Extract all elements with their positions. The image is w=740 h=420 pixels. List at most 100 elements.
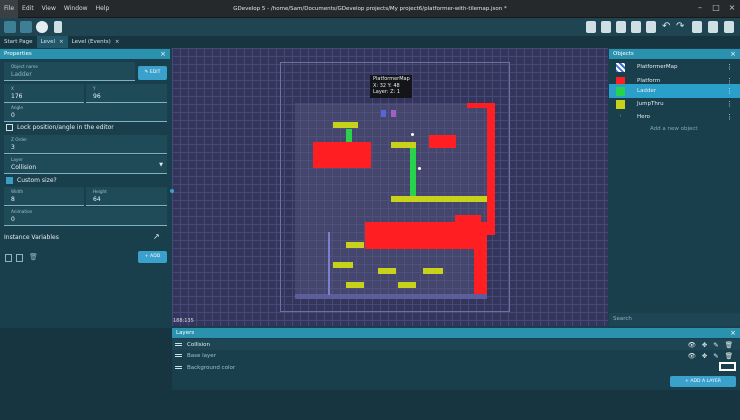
edit-icon[interactable]: ✎ [713,341,718,349]
export-icon[interactable] [54,21,62,33]
preview-icon[interactable] [36,21,48,33]
delete-icon[interactable]: 🗑 [29,253,38,261]
object-item-ladder[interactable]: Ladder ⋮ [609,84,740,98]
object-name-field[interactable]: Object name Ladder [4,62,135,81]
kebab-menu-icon[interactable]: ⋮ [726,100,733,108]
hero-sprite[interactable] [391,110,396,117]
delete-icon[interactable]: 🗑 [725,352,733,360]
jumpthru-tile[interactable] [346,242,364,248]
undo-icon[interactable]: ↶ [662,21,674,33]
hero-sprite[interactable] [381,110,386,117]
platform-tile[interactable] [455,215,481,223]
jumpthru-tile[interactable] [378,268,396,274]
properties-header: Properties × [0,49,170,59]
maximize-icon[interactable]: □ [712,3,720,13]
object-groups-icon[interactable] [601,21,611,33]
close-icon[interactable]: × [160,49,166,59]
jumpthru-tile[interactable] [333,262,353,268]
edit-icon[interactable]: ✎ [713,352,718,360]
window-title: GDevelop 5 - /home/Sam/Documents/GDevelo… [233,6,507,12]
close-icon[interactable]: × [730,328,736,338]
jumpthru-tile[interactable] [346,282,364,288]
selection-handle[interactable] [411,133,414,136]
platform-tile[interactable] [474,249,487,295]
close-icon[interactable]: × [730,49,736,59]
animation-field[interactable]: Animation 0 [4,207,167,226]
kebab-menu-icon[interactable]: ⋮ [726,87,733,95]
z-order-field[interactable]: Z Order 3 [4,135,167,154]
background-color-swatch[interactable] [719,362,736,371]
open-project-icon[interactable] [20,21,32,33]
tab-level-events[interactable]: Level (Events) × [68,36,124,48]
layer-row-collision[interactable]: Collision 👁 ✥ ✎ 🗑 [172,339,740,350]
height-field[interactable]: Height 64 [86,187,167,206]
angle-field[interactable]: Angle 0 [4,103,167,122]
close-icon[interactable]: × [728,3,736,13]
menu-edit[interactable]: Edit [18,0,38,18]
jumpthru-tile[interactable] [391,196,487,202]
width-field[interactable]: Width 8 [4,187,84,206]
visibility-icon[interactable]: 👁 [688,341,696,349]
object-search-input[interactable]: Search [609,313,740,326]
checkbox-icon [6,124,13,131]
object-item-jumpthru[interactable]: JumpThru ⋮ [609,97,740,111]
custom-size-checkbox[interactable]: Custom size? [6,177,57,184]
jumpthru-tile[interactable] [423,268,443,274]
open-external-icon[interactable]: ↗ [153,232,160,241]
delete-icon[interactable]: 🗑 [725,341,733,349]
platform-tile[interactable] [467,103,487,108]
paste-icon[interactable] [16,254,23,262]
jumpthru-tile[interactable] [391,142,416,148]
platform-tile[interactable] [365,222,487,249]
properties-icon[interactable] [616,21,626,33]
menu-help[interactable]: Help [92,0,114,18]
redo-icon[interactable]: ↷ [676,21,688,33]
jumpthru-tile[interactable] [398,282,416,288]
zoom-icon[interactable] [708,21,718,33]
close-tab-icon[interactable]: × [115,36,120,48]
x-field[interactable]: X 176 [4,84,84,103]
selection-handle[interactable] [418,167,421,170]
add-variable-button[interactable]: + ADD [138,251,167,263]
menu-file[interactable]: File [0,0,19,18]
platform-tile[interactable] [313,142,371,168]
settings-icon[interactable] [724,21,734,33]
project-manager-icon[interactable] [4,21,16,33]
y-field[interactable]: Y 96 [86,84,167,103]
object-item-hero[interactable]: ᶠ Hero ⋮ [609,110,740,124]
object-item-platformermap[interactable]: PlatformerMap ⋮ [609,60,740,74]
visibility-icon[interactable]: 👁 [688,352,696,360]
grid-icon[interactable] [692,21,702,33]
copy-icon[interactable] [5,254,12,262]
add-object-link[interactable]: Add a new object [650,126,698,132]
objects-panel-icon[interactable] [586,21,596,33]
layer-row-base[interactable]: Base layer 👁 ✥ ✎ 🗑 [172,350,740,361]
close-tab-icon[interactable]: × [59,36,64,48]
layers-icon[interactable] [646,21,656,33]
jumpthru-tile[interactable] [333,122,358,128]
layer-select[interactable]: Layer Collision ▼ [4,155,167,174]
drag-handle-icon[interactable] [175,343,182,346]
kebab-menu-icon[interactable]: ⋮ [726,63,733,71]
kebab-menu-icon[interactable]: ⋮ [726,113,733,121]
canvas-handle[interactable] [170,189,174,193]
objects-header: Objects × [609,49,740,59]
platform-tile[interactable] [429,135,456,148]
tab-level[interactable]: Level × [36,36,68,48]
ground-tile[interactable] [295,294,487,299]
platform-tile[interactable] [487,103,495,235]
add-layer-button[interactable]: + ADD A LAYER [670,376,736,387]
edit-object-button[interactable]: ✎ EDIT [138,66,167,80]
drag-handle-icon[interactable] [175,354,182,357]
minimize-icon[interactable]: – [696,3,704,13]
menu-window[interactable]: Window [60,0,92,18]
tab-start-page[interactable]: Start Page [0,36,37,48]
background-color-row[interactable]: Background color [172,362,740,373]
ladder-tile[interactable] [410,148,416,196]
move-icon[interactable]: ✥ [702,341,707,349]
ladder-tile[interactable] [346,129,352,142]
menu-view[interactable]: View [38,0,60,18]
lock-checkbox[interactable]: Lock position/angle in the editor [6,124,114,131]
instances-list-icon[interactable] [631,21,641,33]
move-icon[interactable]: ✥ [702,352,707,360]
